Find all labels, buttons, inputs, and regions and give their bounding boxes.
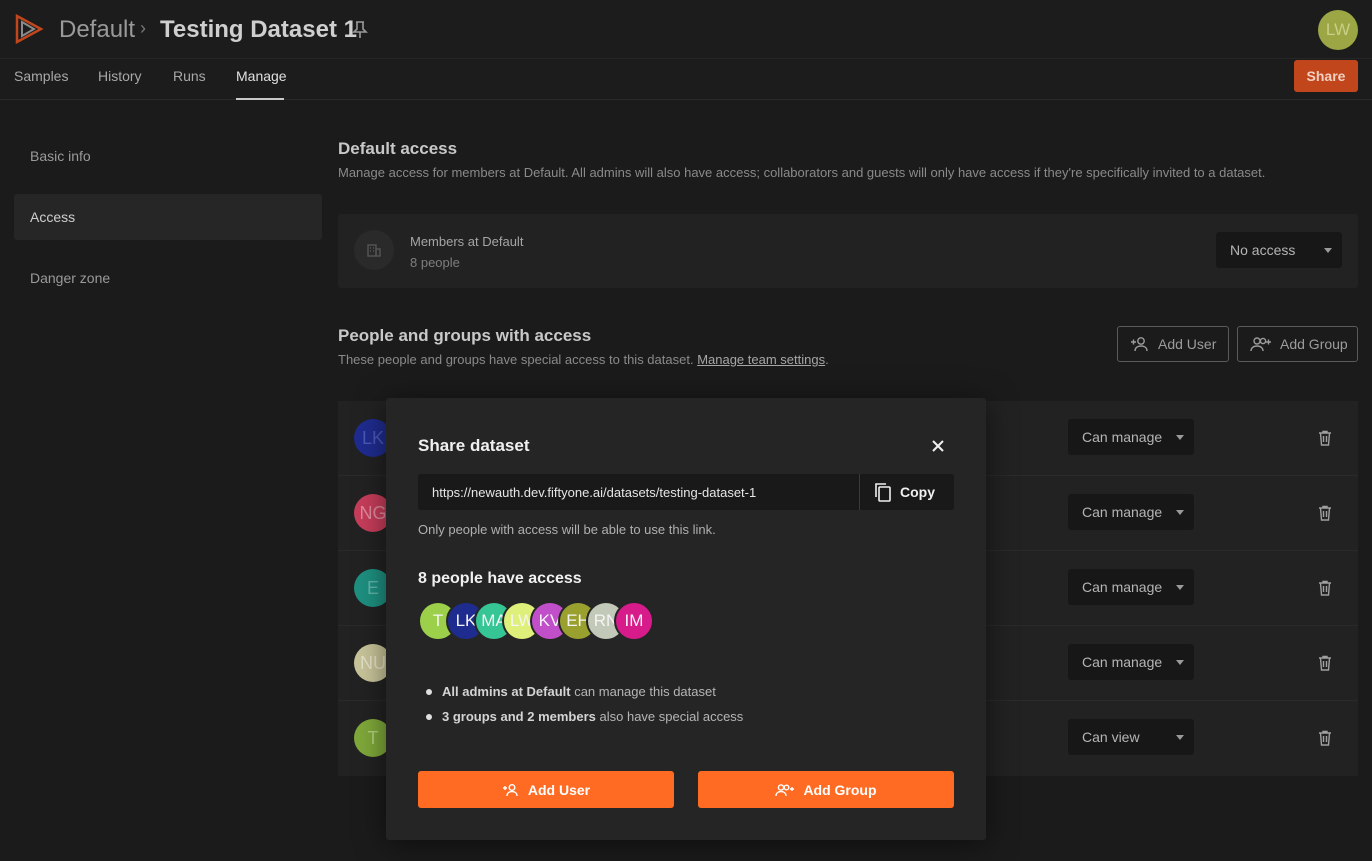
list-item: All admins at Default can manage this da… bbox=[426, 684, 743, 709]
avatar-stack: T LK MA LW KV EH RN IM bbox=[418, 601, 678, 641]
tab-manage[interactable]: Manage bbox=[236, 68, 287, 84]
add-group-icon bbox=[775, 783, 795, 796]
copy-icon bbox=[875, 483, 891, 502]
members-card: Members at Default 8 people No access bbox=[338, 214, 1358, 288]
share-url-note: Only people with access will be able to … bbox=[418, 522, 716, 537]
add-group-button[interactable]: Add Group bbox=[1237, 326, 1358, 362]
modal-title: Share dataset bbox=[418, 436, 530, 455]
caret-down-icon bbox=[1176, 510, 1184, 515]
avatar: IM bbox=[614, 601, 654, 641]
manage-team-settings-link[interactable]: Manage team settings bbox=[697, 352, 825, 367]
permission-select[interactable]: Can manage bbox=[1068, 494, 1194, 530]
default-access-description: Manage access for members at Default. Al… bbox=[338, 165, 1266, 180]
tab-history[interactable]: History bbox=[98, 68, 142, 84]
trash-icon[interactable] bbox=[1318, 505, 1332, 521]
caret-down-icon bbox=[1176, 435, 1184, 440]
default-access-title: Default access bbox=[338, 139, 458, 158]
trash-icon[interactable] bbox=[1318, 730, 1332, 746]
people-section-title: People and groups with access bbox=[338, 326, 592, 345]
divider bbox=[859, 474, 860, 510]
modal-add-user-button[interactable]: Add User bbox=[418, 771, 674, 808]
tab-runs[interactable]: Runs bbox=[173, 68, 206, 84]
default-access-value: No access bbox=[1230, 242, 1296, 258]
trash-icon[interactable] bbox=[1318, 655, 1332, 671]
pin-icon[interactable] bbox=[352, 21, 368, 39]
trash-icon[interactable] bbox=[1318, 430, 1332, 446]
share-url-text[interactable]: https://newauth.dev.fiftyone.ai/datasets… bbox=[432, 485, 756, 500]
sidebar-item-danger-zone[interactable]: Danger zone bbox=[14, 255, 322, 301]
add-group-icon bbox=[1250, 337, 1271, 352]
active-tab-indicator bbox=[236, 98, 284, 100]
people-section-description: These people and groups have special acc… bbox=[338, 352, 829, 367]
share-dataset-modal: Share dataset https://newauth.dev.fiftyo… bbox=[386, 398, 986, 840]
members-count: 8 people bbox=[410, 255, 460, 270]
caret-down-icon bbox=[1176, 585, 1184, 590]
caret-down-icon bbox=[1324, 248, 1332, 253]
add-user-icon bbox=[1131, 337, 1148, 352]
fiftyone-logo-icon[interactable] bbox=[14, 14, 44, 44]
list-item: 3 groups and 2 members also have special… bbox=[426, 709, 743, 734]
top-bar: Default › Testing Dataset 1 LW Samples H… bbox=[0, 0, 1372, 100]
chevron-right-icon: › bbox=[140, 18, 146, 38]
trash-icon[interactable] bbox=[1318, 580, 1332, 596]
access-count-title: 8 people have access bbox=[418, 570, 582, 587]
breadcrumb-org[interactable]: Default bbox=[59, 16, 135, 44]
permission-select[interactable]: Can manage bbox=[1068, 644, 1194, 680]
add-user-button[interactable]: Add User bbox=[1117, 326, 1229, 362]
tab-bar: Samples History Runs Manage bbox=[0, 58, 1372, 100]
sidebar-item-access[interactable]: Access bbox=[14, 194, 322, 240]
page-title: Testing Dataset 1 bbox=[160, 16, 357, 43]
user-avatar[interactable]: LW bbox=[1318, 10, 1358, 50]
access-summary-list: All admins at Default can manage this da… bbox=[426, 684, 743, 734]
sidebar-item-basic-info[interactable]: Basic info bbox=[14, 133, 322, 179]
share-button[interactable]: Share bbox=[1294, 60, 1358, 92]
permission-select[interactable]: Can view bbox=[1068, 719, 1194, 755]
close-icon[interactable] bbox=[930, 438, 946, 454]
tab-samples[interactable]: Samples bbox=[14, 68, 68, 84]
share-url-field[interactable]: https://newauth.dev.fiftyone.ai/datasets… bbox=[418, 474, 954, 510]
caret-down-icon bbox=[1176, 735, 1184, 740]
building-icon bbox=[354, 230, 394, 270]
members-title: Members at Default bbox=[410, 234, 524, 249]
copy-button[interactable]: Copy bbox=[874, 482, 935, 502]
caret-down-icon bbox=[1176, 660, 1184, 665]
permission-select[interactable]: Can manage bbox=[1068, 419, 1194, 455]
add-user-icon bbox=[502, 783, 518, 796]
default-access-select[interactable]: No access bbox=[1216, 232, 1342, 268]
modal-add-group-button[interactable]: Add Group bbox=[698, 771, 954, 808]
permission-select[interactable]: Can manage bbox=[1068, 569, 1194, 605]
